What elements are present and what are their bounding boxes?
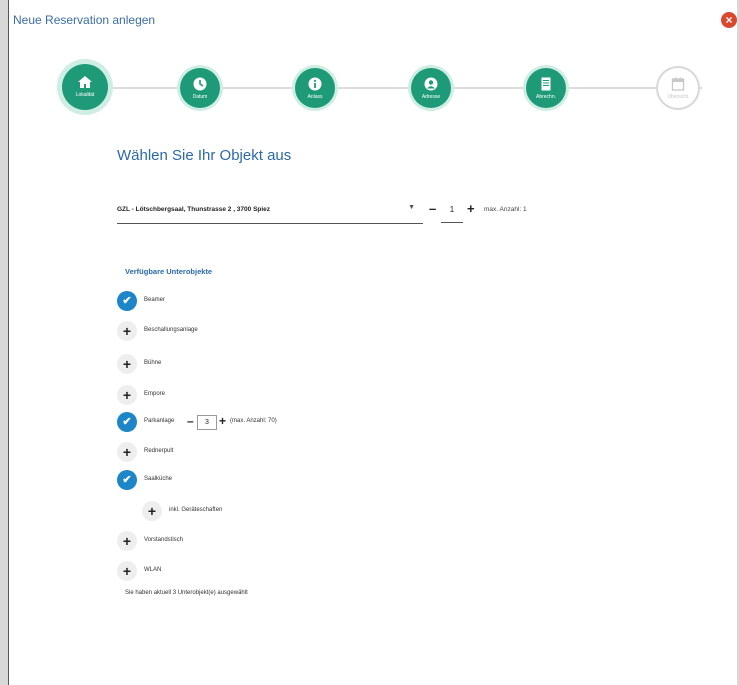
check-icon[interactable]: ✔ [117, 470, 137, 490]
quantity-max-label: max. Anzahl: 1 [484, 206, 527, 213]
step-uebersicht[interactable]: Übersicht [658, 68, 698, 108]
step-label: Anlass [307, 94, 323, 100]
sub-object-label: Parkanlage [144, 418, 175, 424]
calendar-icon [671, 77, 685, 91]
step-lokalitaet[interactable]: Lokalität [62, 64, 108, 110]
quantity-stepper: – 1 + [429, 201, 479, 225]
decrement-button[interactable]: – [187, 414, 194, 428]
step-adresse[interactable]: Adresse [411, 68, 451, 108]
sub-object-label: inkl. Geräteschaften [169, 507, 223, 513]
object-select[interactable]: GZL - Lötschbergsaal, Thunstrasse 2 , 37… [117, 199, 423, 224]
dialog-titlebar: Neue Reservation anlegen × [9, 0, 737, 40]
step-label: Datum [192, 94, 208, 100]
chevron-down-icon: ▼ [408, 204, 415, 211]
sub-object-label: Bühne [144, 360, 162, 366]
home-icon [78, 76, 92, 88]
sub-object-label: Beamer [144, 297, 166, 303]
clock-icon [193, 77, 207, 91]
info-icon [308, 77, 322, 91]
plus-icon[interactable]: + [117, 561, 137, 581]
check-icon[interactable]: ✔ [117, 291, 137, 311]
user-icon [424, 77, 438, 91]
wizard-connector-line [84, 87, 702, 89]
quantity-input[interactable]: 3 [197, 415, 217, 430]
plus-icon[interactable]: + [117, 321, 137, 341]
dialog-title: Neue Reservation anlegen [13, 13, 156, 27]
quantity-max-label: (max. Anzahl: 70) [230, 418, 277, 424]
plus-icon[interactable]: + [142, 501, 162, 521]
sub-object-label: Beschallungsanlage [144, 327, 198, 333]
plus-icon[interactable]: + [117, 442, 137, 462]
increment-button[interactable]: + [219, 414, 226, 428]
selection-summary: Sie haben aktuell 3 Unterobjekt(e) ausge… [125, 590, 248, 596]
plus-icon[interactable]: + [117, 385, 137, 405]
decrement-button[interactable]: – [429, 201, 436, 216]
step-datum[interactable]: Datum [180, 68, 220, 108]
close-icon[interactable]: × [721, 12, 737, 28]
step-label: Lokalität [75, 92, 95, 98]
plus-icon[interactable]: + [117, 531, 137, 551]
step-abrechnung[interactable]: Abrechn. [526, 68, 566, 108]
step-label: Abrechn. [535, 94, 556, 100]
object-select-value: GZL - Lötschbergsaal, Thunstrasse 2 , 37… [117, 206, 271, 213]
sub-object-label: Rednerpult [144, 448, 174, 454]
plus-icon[interactable]: + [117, 354, 137, 374]
document-icon [541, 77, 551, 91]
sub-object-label: WLAN [144, 567, 162, 573]
step-label: Übersicht [667, 94, 689, 100]
check-icon[interactable]: ✔ [117, 412, 137, 432]
increment-button[interactable]: + [467, 201, 475, 216]
wizard-steps: Lokalität Datum Anlass Adresse Abrechn. … [9, 58, 738, 128]
sub-objects-heading: Verfügbare Unterobjekte [125, 267, 213, 276]
quantity-input[interactable]: 1 [441, 204, 463, 223]
reservation-dialog: Neue Reservation anlegen × Lokalität Dat… [8, 0, 737, 685]
sub-object-label: Vorstandstisch [144, 537, 184, 543]
sub-object-label: Empore [144, 391, 166, 397]
step-label: Adresse [421, 94, 441, 100]
step-anlass[interactable]: Anlass [295, 68, 335, 108]
page-title: Wählen Sie Ihr Objekt aus [117, 147, 292, 164]
sub-object-label: Saalküche [144, 476, 173, 482]
